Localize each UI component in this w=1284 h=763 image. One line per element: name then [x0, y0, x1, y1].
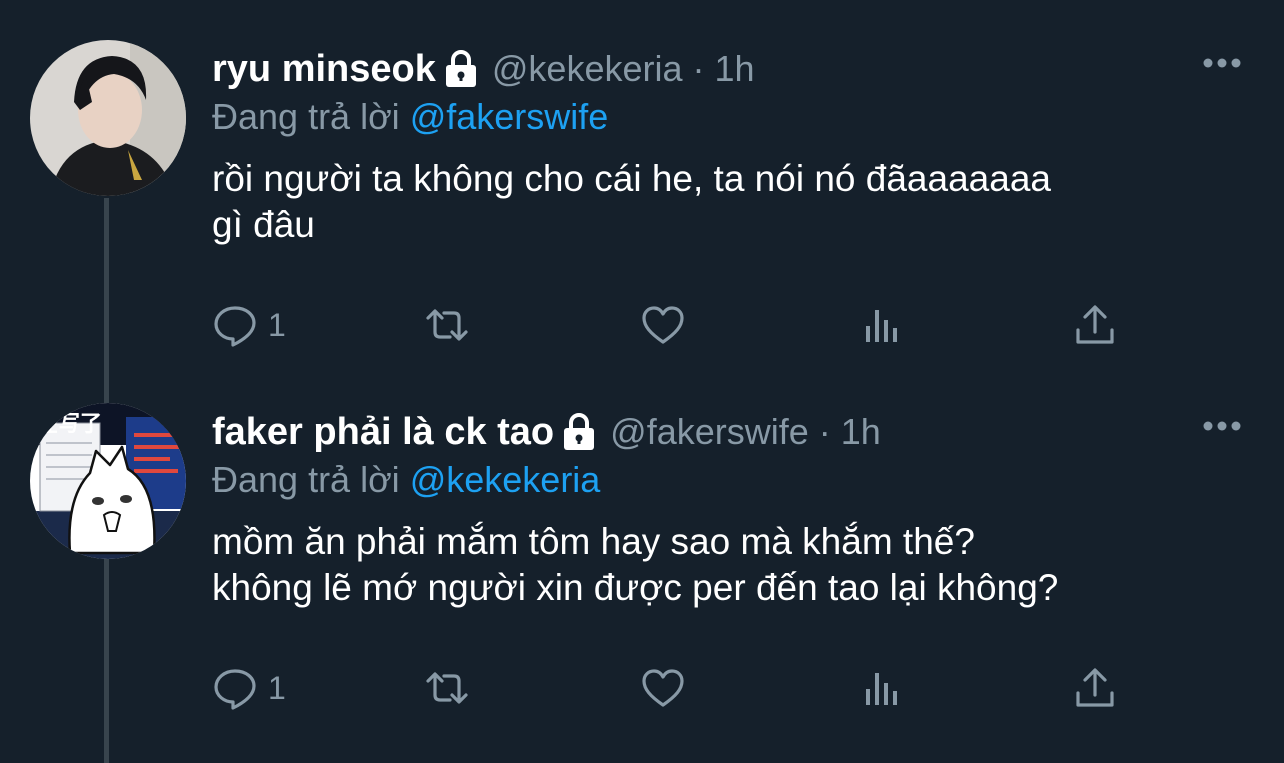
reply-count: 1	[268, 306, 286, 343]
tweet-header: ryu minseok @kekekeria · 1h	[212, 44, 1244, 94]
views-button[interactable]	[858, 658, 904, 718]
avatar-drawing: 在写了	[30, 403, 186, 559]
avatar[interactable]: 在写了	[30, 403, 186, 559]
share-icon	[1076, 668, 1114, 707]
reply-target-link[interactable]: @fakerswife	[410, 96, 609, 137]
reply-icon	[214, 669, 256, 710]
replying-to: Đang trả lời @kekekeria	[212, 455, 1244, 505]
reply-button[interactable]: 1	[212, 295, 286, 355]
reply-button[interactable]: 1	[212, 658, 286, 718]
tweet-text-line: gì đâu	[212, 204, 315, 245]
tweet[interactable]: 在写了 faker phải là ck tao @fakerswife · 1…	[0, 380, 1284, 763]
like-icon	[642, 669, 684, 707]
lock-icon	[564, 413, 595, 450]
tweet-body: ryu minseok @kekekeria · 1h Đang trả lời…	[212, 44, 1244, 248]
tweet-text-line: không lẽ mớ người xin được per đến tao l…	[212, 567, 1059, 608]
reply-count: 1	[268, 669, 286, 706]
like-icon	[642, 306, 684, 344]
avatar[interactable]	[30, 40, 186, 196]
separator-dot: ·	[692, 48, 705, 89]
replying-to: Đang trả lời @fakerswife	[212, 92, 1244, 142]
tweet-text-line: rồi người ta không cho cái he, ta nói nó…	[212, 158, 1051, 199]
action-bar: 1	[212, 658, 1152, 718]
display-name[interactable]: ryu minseok	[212, 48, 436, 91]
share-button[interactable]	[1072, 295, 1118, 355]
user-handle[interactable]: @fakerswife	[610, 411, 809, 453]
retweet-icon	[426, 672, 468, 704]
views-icon	[866, 310, 897, 342]
like-button[interactable]	[640, 295, 686, 355]
tweet-text: rồi người ta không cho cái he, ta nói nó…	[212, 156, 1244, 248]
like-button[interactable]	[640, 658, 686, 718]
more-icon[interactable]	[1202, 419, 1242, 433]
reply-icon	[214, 306, 256, 347]
tweet-text: mồm ăn phải mắm tôm hay sao mà khắm thế?…	[212, 519, 1244, 611]
action-bar: 1	[212, 295, 1152, 355]
retweet-button[interactable]	[424, 658, 470, 718]
retweet-icon	[426, 309, 468, 341]
tweet-text-line: mồm ăn phải mắm tôm hay sao mà khắm thế?	[212, 521, 975, 562]
more-icon[interactable]	[1202, 56, 1242, 70]
tweet-body: faker phải là ck tao @fakerswife · 1h Đa…	[212, 407, 1244, 611]
share-icon	[1076, 305, 1114, 344]
views-button[interactable]	[858, 295, 904, 355]
reply-target-link[interactable]: @kekekeria	[410, 459, 601, 500]
replying-to-label: Đang trả lời	[212, 96, 400, 137]
display-name[interactable]: faker phải là ck tao	[212, 411, 554, 454]
share-button[interactable]	[1072, 658, 1118, 718]
tweet-header: faker phải là ck tao @fakerswife · 1h	[212, 407, 1244, 457]
tweet[interactable]: ryu minseok @kekekeria · 1h Đang trả lời…	[0, 0, 1284, 380]
timestamp[interactable]: 1h	[715, 48, 755, 90]
retweet-button[interactable]	[424, 295, 470, 355]
views-icon	[866, 673, 897, 705]
avatar-caption: 在写了	[36, 411, 102, 437]
separator-dot: ·	[818, 411, 831, 452]
tweet-thread: ryu minseok @kekekeria · 1h Đang trả lời…	[0, 0, 1284, 763]
user-handle[interactable]: @kekekeria	[492, 48, 683, 90]
avatar-photo	[30, 40, 186, 196]
lock-icon	[445, 50, 476, 87]
timestamp[interactable]: 1h	[841, 411, 881, 453]
replying-to-label: Đang trả lời	[212, 459, 400, 500]
